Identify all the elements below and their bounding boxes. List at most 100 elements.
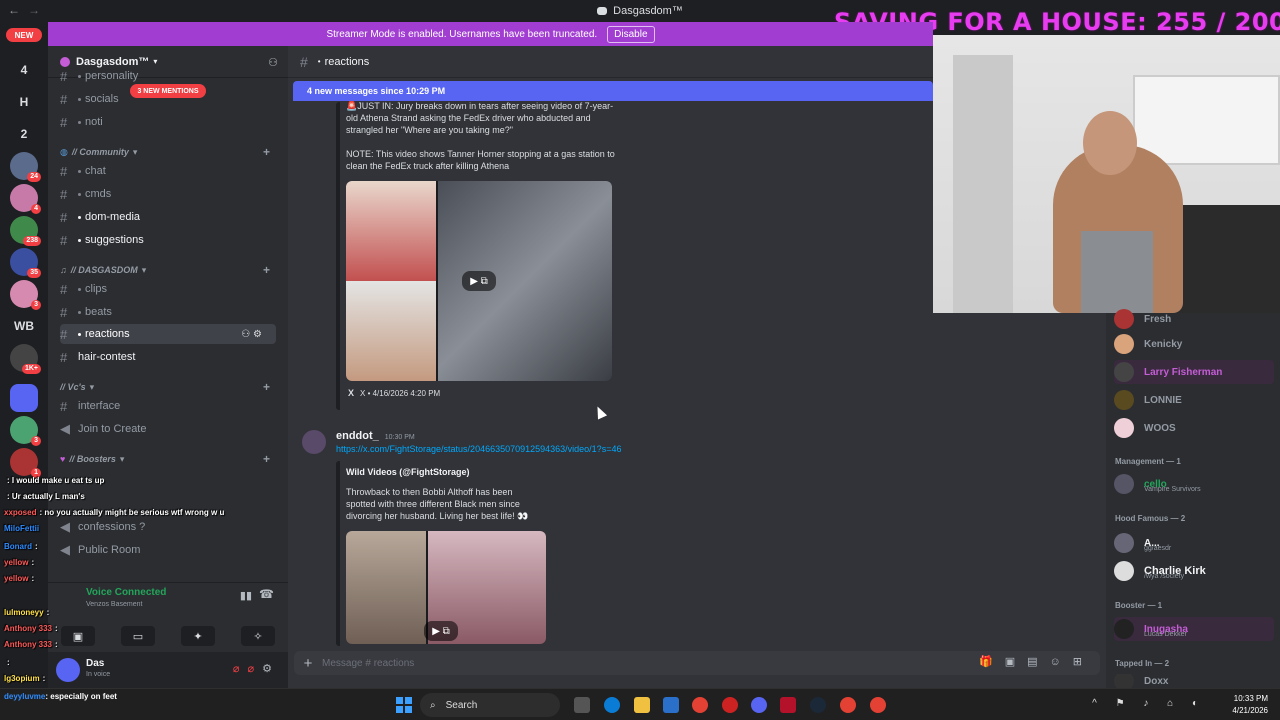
voice-channel-item[interactable]: ◀ Public Room bbox=[60, 540, 276, 560]
chat-line: Anthony 333: bbox=[4, 640, 58, 649]
message-link[interactable]: https://x.com/FightStorage/status/204663… bbox=[336, 444, 621, 454]
member-item[interactable]: A... gg/aesdr bbox=[1114, 531, 1274, 555]
guild-item[interactable]: 238 bbox=[10, 216, 41, 246]
steam-icon[interactable] bbox=[810, 697, 826, 713]
channel-item[interactable]: # chat bbox=[60, 161, 276, 181]
channel-item[interactable]: # beats bbox=[60, 302, 276, 322]
hash-icon: # bbox=[60, 114, 68, 130]
chat-line: yellow: bbox=[4, 558, 35, 567]
avatar[interactable] bbox=[56, 658, 80, 682]
voice-channel-name: Venzos Basement bbox=[86, 601, 143, 608]
category-dasgasdom[interactable]: ♫// DASGASDOM ▾ + bbox=[60, 262, 276, 278]
member-item[interactable]: cello Vampire Survivors bbox=[1114, 472, 1274, 496]
avatar[interactable] bbox=[302, 430, 326, 454]
channel-item[interactable]: # cmds bbox=[60, 184, 276, 204]
guild-item[interactable] bbox=[10, 384, 38, 412]
embed-footer: X X • 4/16/2026 4:20 PM bbox=[348, 388, 440, 398]
edge-icon[interactable] bbox=[604, 697, 620, 713]
add-friend-icon[interactable]: ⚇ bbox=[268, 56, 278, 69]
guild-item[interactable]: H bbox=[10, 88, 38, 116]
member-group-management: Management — 1 bbox=[1115, 457, 1181, 466]
video-embed[interactable]: ▶ ⧉ bbox=[346, 531, 546, 644]
task-view-icon[interactable] bbox=[574, 697, 590, 713]
category-community[interactable]: ◍// Community ▾ + bbox=[60, 144, 276, 160]
member-item[interactable]: Kenicky bbox=[1114, 332, 1274, 356]
channel-item[interactable]: # hair-contest bbox=[60, 347, 276, 367]
chrome-icon[interactable] bbox=[692, 697, 708, 713]
category-vcs[interactable]: // Vc's ▾ + bbox=[60, 379, 276, 395]
channel-label: cmds bbox=[85, 188, 112, 200]
channel-item[interactable]: # personality bbox=[60, 70, 276, 82]
guild-item[interactable]: 24 bbox=[10, 152, 41, 182]
disable-button[interactable]: Disable bbox=[607, 25, 655, 43]
back-arrow-icon[interactable]: ← bbox=[8, 3, 20, 17]
play-icon[interactable]: ▶ ⧉ bbox=[424, 621, 458, 641]
store-icon[interactable] bbox=[663, 697, 679, 713]
file-explorer-icon[interactable] bbox=[634, 697, 650, 713]
camera-icon[interactable]: ▣ bbox=[61, 626, 95, 646]
voice-channel-item[interactable]: ◀ Join to Create bbox=[60, 419, 276, 439]
channel-item[interactable]: # clips bbox=[60, 279, 276, 299]
member-item[interactable]: Fresh bbox=[1114, 307, 1274, 331]
guild-item[interactable]: 1K+ bbox=[10, 344, 41, 374]
message-composer[interactable]: + Message # reactions 🎁▣▤☺⊞ bbox=[294, 651, 1100, 675]
channel-item[interactable]: ◀ confessions ? bbox=[60, 517, 276, 537]
plus-icon[interactable]: + bbox=[263, 380, 270, 394]
member-item[interactable]: Doxx bbox=[1114, 674, 1274, 688]
forward-arrow-icon[interactable]: → bbox=[28, 3, 40, 17]
member-item[interactable]: Larry Fisherman bbox=[1114, 360, 1274, 384]
member-list: Fresh Kenicky Larry Fisherman LONNIE WOO… bbox=[1106, 309, 1280, 688]
channel-item[interactable]: # noti bbox=[60, 112, 276, 132]
category-boosters[interactable]: ♥// Boosters ▾ + bbox=[60, 451, 276, 467]
channel-item[interactable]: # dom-media bbox=[60, 207, 276, 227]
channel-item[interactable]: # suggestions bbox=[60, 230, 276, 250]
screen-share-icon[interactable]: ▭ bbox=[121, 626, 155, 646]
acrobat-icon[interactable] bbox=[780, 697, 796, 713]
plus-icon[interactable]: + bbox=[263, 145, 270, 159]
embed-title[interactable]: Wild Videos (@FightStorage) bbox=[346, 467, 470, 477]
message-author[interactable]: enddot_ 10:30 PM bbox=[336, 430, 415, 442]
chrome-icon[interactable] bbox=[840, 697, 856, 713]
category-label: // DASGASDOM bbox=[70, 265, 138, 275]
member-item[interactable]: LONNIE bbox=[1114, 388, 1274, 412]
chat-line: lg3opium: bbox=[4, 674, 46, 683]
member-item[interactable]: WOOS bbox=[1114, 416, 1274, 440]
activity-icon[interactable]: ✦ bbox=[181, 626, 215, 646]
guild-item[interactable]: 4 bbox=[10, 184, 41, 214]
guild-item[interactable]: WB bbox=[10, 312, 38, 340]
plus-icon[interactable]: + bbox=[263, 452, 270, 466]
new-pill[interactable]: NEW bbox=[6, 28, 42, 42]
member-item[interactable]: Charlie Kirk/wya /society bbox=[1114, 559, 1274, 583]
app-icon[interactable] bbox=[722, 697, 738, 713]
channel-item[interactable]: # interface bbox=[60, 396, 276, 416]
attach-plus-icon[interactable]: + bbox=[294, 655, 322, 672]
new-mentions-pill[interactable]: 3 NEW MENTIONS bbox=[130, 84, 206, 98]
plus-icon[interactable]: + bbox=[263, 263, 270, 277]
discord-icon[interactable] bbox=[751, 697, 767, 713]
soundboard-icon[interactable]: ✧ bbox=[241, 626, 275, 646]
new-messages-banner[interactable]: 4 new messages since 10:29 PM bbox=[293, 81, 933, 101]
system-tray-icons[interactable]: ^ ⚑ ♪ ⌂ ◐ bbox=[1092, 698, 1206, 709]
hash-icon: # bbox=[60, 209, 68, 225]
invite-settings-icons[interactable]: ⚇ ⚙ bbox=[241, 329, 262, 340]
chrome-icon[interactable] bbox=[870, 697, 886, 713]
channel-item-active[interactable]: # reactions ⚇ ⚙ bbox=[60, 324, 276, 344]
hash-icon: # bbox=[60, 163, 68, 179]
guild-item[interactable]: 1 bbox=[10, 448, 41, 478]
play-icon[interactable]: ▶ ⧉ bbox=[462, 271, 496, 291]
taskbar-search[interactable]: ⌕ Search bbox=[420, 693, 560, 717]
guild-item[interactable]: 4 bbox=[10, 56, 38, 84]
windows-start-icon[interactable] bbox=[396, 697, 412, 713]
composer-tools-icons[interactable]: 🎁▣▤☺⊞ bbox=[979, 655, 1094, 668]
video-embed[interactable]: ▶ ⧉ bbox=[346, 181, 612, 381]
taskbar-clock[interactable]: 10:33 PM 4/21/2026 bbox=[1232, 693, 1268, 717]
hash-icon: # bbox=[60, 304, 68, 320]
guild-item[interactable]: 3 bbox=[10, 416, 41, 446]
channel-label: noti bbox=[85, 116, 103, 128]
guild-item[interactable]: 3 bbox=[10, 280, 41, 310]
member-item[interactable]: Inugasha Lucas Dekker bbox=[1114, 617, 1274, 641]
guild-item[interactable]: 2 bbox=[10, 120, 38, 148]
mute-deafen-settings-icons[interactable]: ⌀⌀⚙ bbox=[233, 662, 280, 675]
disconnect-icon[interactable]: ☎ bbox=[259, 587, 274, 601]
guild-item[interactable]: 35 bbox=[10, 248, 41, 278]
